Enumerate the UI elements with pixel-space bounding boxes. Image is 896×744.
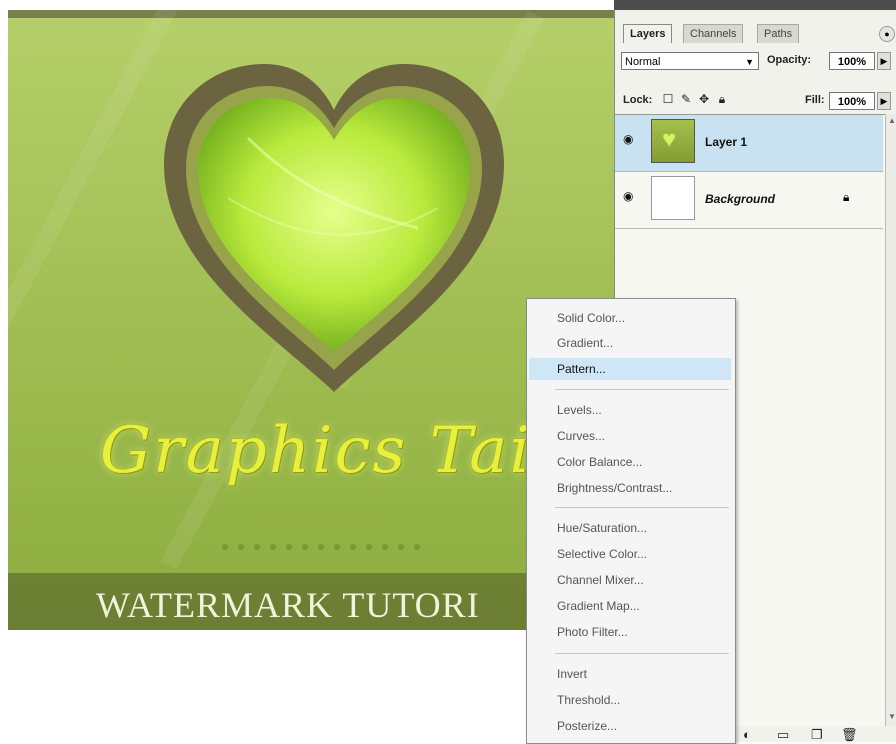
menu-item-solid-color[interactable]: Solid Color... (529, 307, 731, 329)
panel-menu-icon[interactable]: ● (879, 26, 895, 42)
menu-item-brightness-contrast[interactable]: Brightness/Contrast... (529, 477, 731, 499)
lock-transparency-icon[interactable]: ☐ (661, 92, 675, 106)
menu-item-levels[interactable]: Levels... (529, 399, 731, 421)
fill-slider-icon[interactable]: ▶ (877, 92, 891, 110)
panel-bottom-bar: ◐ ▭ ❐ 🗑︎ (729, 728, 896, 742)
eye-icon[interactable]: ◉ (623, 133, 639, 145)
decorative-dots (222, 537, 430, 555)
tab-layers[interactable]: Layers (623, 24, 673, 43)
lock-label: Lock: (623, 94, 653, 106)
menu-item-hue-saturation[interactable]: Hue/Saturation... (529, 517, 731, 539)
panel-tabs: Layers Channels Paths ● (623, 24, 896, 43)
blend-mode-value: Normal (625, 56, 661, 68)
chevron-down-icon: ▼ (745, 57, 754, 67)
lock-move-icon[interactable]: ✥ (697, 92, 711, 106)
layers-scrollbar[interactable]: ▲ ▼ (885, 114, 896, 726)
menu-separator (555, 653, 729, 654)
eye-icon[interactable]: ◉ (623, 190, 639, 202)
heart-graphic (164, 64, 504, 392)
menu-separator (555, 389, 729, 390)
group-folder-icon[interactable]: ▭ (777, 728, 789, 742)
document-canvas[interactable]: Graphics Tailo WATERMARK TUTORI (8, 10, 614, 630)
tab-paths[interactable]: Paths (757, 24, 800, 43)
menu-item-photo-filter[interactable]: Photo Filter... (529, 621, 731, 643)
layer-thumbnail (651, 176, 695, 220)
tab-channels[interactable]: Channels (683, 24, 744, 43)
opacity-input[interactable]: 100% (829, 52, 875, 70)
menu-item-gradient[interactable]: Gradient... (529, 332, 731, 354)
menu-separator (555, 507, 729, 508)
menu-item-selective-color[interactable]: Selective Color... (529, 543, 731, 565)
heart-artwork (158, 58, 510, 396)
layer-row-background[interactable]: ◉ Background 🔒︎ (615, 172, 883, 229)
menu-item-threshold[interactable]: Threshold... (529, 689, 731, 711)
new-layer-icon[interactable]: ❐ (811, 728, 823, 742)
lock-all-icon[interactable]: 🔒︎ (715, 92, 729, 106)
blend-mode-select[interactable]: Normal ▼ (621, 52, 759, 70)
menu-item-gradient-map[interactable]: Gradient Map... (529, 595, 731, 617)
lock-brush-icon[interactable]: ✎ (679, 92, 693, 106)
layer-thumbnail (651, 119, 695, 163)
menu-item-channel-mixer[interactable]: Channel Mixer... (529, 569, 731, 591)
banner-text: WATERMARK TUTORI (96, 585, 480, 625)
scroll-up-icon[interactable]: ▲ (886, 116, 896, 126)
scroll-down-icon[interactable]: ▼ (886, 712, 896, 722)
menu-item-curves[interactable]: Curves... (529, 425, 731, 447)
menu-item-color-balance[interactable]: Color Balance... (529, 451, 731, 473)
lock-icon: 🔒︎ (843, 190, 850, 204)
layer-row-layer-1[interactable]: ◉ Layer 1 (615, 115, 883, 172)
adjustment-layer-menu: Solid Color... Gradient... Pattern... Le… (526, 298, 736, 744)
fill-label: Fill: (805, 94, 825, 106)
fill-input[interactable]: 100% (829, 92, 875, 110)
adjustment-layer-icon[interactable]: ◐ (743, 728, 751, 742)
layer-name: Background (705, 192, 776, 206)
menu-item-invert[interactable]: Invert (529, 663, 731, 685)
panel-title-strip (614, 0, 896, 10)
menu-item-posterize[interactable]: Posterize... (529, 715, 731, 737)
trash-icon[interactable]: 🗑︎ (841, 728, 858, 742)
layer-name: Layer 1 (705, 135, 748, 149)
opacity-slider-icon[interactable]: ▶ (877, 52, 891, 70)
menu-item-pattern[interactable]: Pattern... (529, 358, 731, 380)
opacity-label: Opacity: (767, 54, 812, 66)
